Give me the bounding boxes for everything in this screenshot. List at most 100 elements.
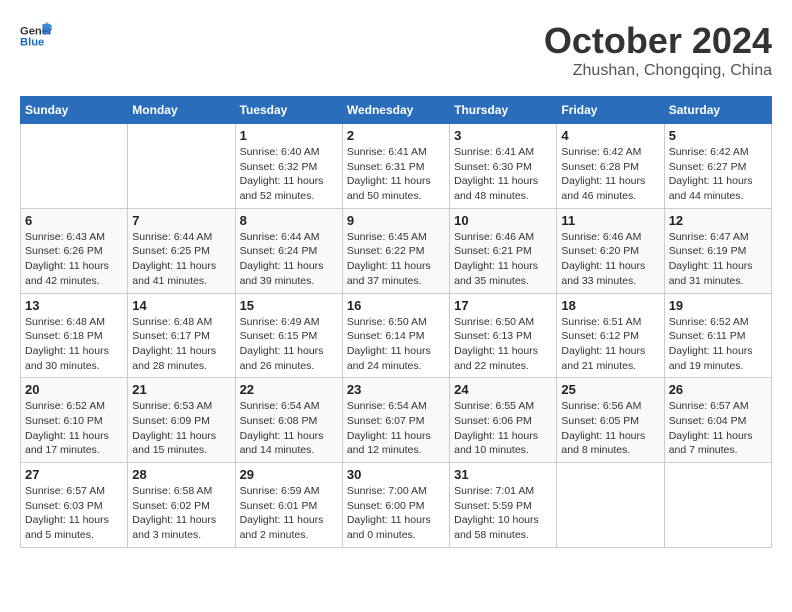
calendar-cell: 13 Sunrise: 6:48 AMSunset: 6:18 PMDayligh… [21,293,128,378]
day-number: 30 [347,467,445,482]
calendar-table: SundayMondayTuesdayWednesdayThursdayFrid… [20,96,772,548]
calendar-cell: 8 Sunrise: 6:44 AMSunset: 6:24 PMDaylight… [235,208,342,293]
day-info: Sunrise: 7:01 AMSunset: 5:59 PMDaylight:… [454,484,552,543]
day-number: 21 [132,382,230,397]
calendar-cell: 7 Sunrise: 6:44 AMSunset: 6:25 PMDaylight… [128,208,235,293]
calendar-cell: 1 Sunrise: 6:40 AMSunset: 6:32 PMDaylight… [235,124,342,209]
calendar-cell: 16 Sunrise: 6:50 AMSunset: 6:14 PMDayligh… [342,293,449,378]
calendar-cell: 6 Sunrise: 6:43 AMSunset: 6:26 PMDaylight… [21,208,128,293]
day-number: 10 [454,213,552,228]
day-info: Sunrise: 6:42 AMSunset: 6:28 PMDaylight:… [561,145,659,204]
weekday-header-thursday: Thursday [450,97,557,124]
day-number: 27 [25,467,123,482]
day-number: 24 [454,382,552,397]
logo: General Blue [20,20,52,52]
weekday-header-row: SundayMondayTuesdayWednesdayThursdayFrid… [21,97,772,124]
week-row-2: 6 Sunrise: 6:43 AMSunset: 6:26 PMDaylight… [21,208,772,293]
day-info: Sunrise: 6:55 AMSunset: 6:06 PMDaylight:… [454,399,552,458]
calendar-cell: 19 Sunrise: 6:52 AMSunset: 6:11 PMDayligh… [664,293,771,378]
calendar-cell: 25 Sunrise: 6:56 AMSunset: 6:05 PMDayligh… [557,378,664,463]
day-number: 25 [561,382,659,397]
weekday-header-sunday: Sunday [21,97,128,124]
day-number: 12 [669,213,767,228]
day-info: Sunrise: 6:45 AMSunset: 6:22 PMDaylight:… [347,230,445,289]
weekday-header-tuesday: Tuesday [235,97,342,124]
day-number: 16 [347,298,445,313]
day-info: Sunrise: 7:00 AMSunset: 6:00 PMDaylight:… [347,484,445,543]
day-number: 15 [240,298,338,313]
day-number: 2 [347,128,445,143]
day-number: 28 [132,467,230,482]
day-info: Sunrise: 6:46 AMSunset: 6:21 PMDaylight:… [454,230,552,289]
calendar-cell: 18 Sunrise: 6:51 AMSunset: 6:12 PMDayligh… [557,293,664,378]
title-area: October 2024 Zhushan, Chongqing, China [544,20,772,80]
week-row-1: 1 Sunrise: 6:40 AMSunset: 6:32 PMDaylight… [21,124,772,209]
day-info: Sunrise: 6:40 AMSunset: 6:32 PMDaylight:… [240,145,338,204]
calendar-cell: 17 Sunrise: 6:50 AMSunset: 6:13 PMDayligh… [450,293,557,378]
day-number: 31 [454,467,552,482]
calendar-cell: 23 Sunrise: 6:54 AMSunset: 6:07 PMDayligh… [342,378,449,463]
day-info: Sunrise: 6:52 AMSunset: 6:11 PMDaylight:… [669,315,767,374]
day-info: Sunrise: 6:59 AMSunset: 6:01 PMDaylight:… [240,484,338,543]
day-number: 13 [25,298,123,313]
calendar-cell: 26Sunrise: 6:57 AMSunset: 6:04 PMDayligh… [664,378,771,463]
weekday-header-friday: Friday [557,97,664,124]
calendar-cell: 29 Sunrise: 6:59 AMSunset: 6:01 PMDayligh… [235,463,342,548]
day-number: 22 [240,382,338,397]
location-title: Zhushan, Chongqing, China [544,62,772,80]
day-number: 7 [132,213,230,228]
day-info: Sunrise: 6:58 AMSunset: 6:02 PMDaylight:… [132,484,230,543]
day-number: 5 [669,128,767,143]
logo-icon: General Blue [20,20,52,52]
day-info: Sunrise: 6:53 AMSunset: 6:09 PMDaylight:… [132,399,230,458]
calendar-cell: 28 Sunrise: 6:58 AMSunset: 6:02 PMDayligh… [128,463,235,548]
calendar-cell: 9 Sunrise: 6:45 AMSunset: 6:22 PMDaylight… [342,208,449,293]
calendar-cell [128,124,235,209]
day-info: Sunrise: 6:43 AMSunset: 6:26 PMDaylight:… [25,230,123,289]
day-info: Sunrise: 6:48 AMSunset: 6:18 PMDaylight:… [25,315,123,374]
day-number: 3 [454,128,552,143]
day-info: Sunrise: 6:48 AMSunset: 6:17 PMDaylight:… [132,315,230,374]
calendar-cell: 22 Sunrise: 6:54 AMSunset: 6:08 PMDayligh… [235,378,342,463]
weekday-header-wednesday: Wednesday [342,97,449,124]
calendar-cell: 12Sunrise: 6:47 AMSunset: 6:19 PMDayligh… [664,208,771,293]
day-info: Sunrise: 6:51 AMSunset: 6:12 PMDaylight:… [561,315,659,374]
day-number: 8 [240,213,338,228]
calendar-cell: 5Sunrise: 6:42 AMSunset: 6:27 PMDaylight… [664,124,771,209]
day-info: Sunrise: 6:54 AMSunset: 6:08 PMDaylight:… [240,399,338,458]
calendar-cell [664,463,771,548]
calendar-cell: 10 Sunrise: 6:46 AMSunset: 6:21 PMDayligh… [450,208,557,293]
day-info: Sunrise: 6:57 AMSunset: 6:03 PMDaylight:… [25,484,123,543]
calendar-cell: 15 Sunrise: 6:49 AMSunset: 6:15 PMDayligh… [235,293,342,378]
page-header: General Blue October 2024 Zhushan, Chong… [20,20,772,80]
day-info: Sunrise: 6:56 AMSunset: 6:05 PMDaylight:… [561,399,659,458]
day-info: Sunrise: 6:41 AMSunset: 6:31 PMDaylight:… [347,145,445,204]
day-number: 29 [240,467,338,482]
calendar-cell [557,463,664,548]
week-row-4: 20Sunrise: 6:52 AMSunset: 6:10 PMDayligh… [21,378,772,463]
day-info: Sunrise: 6:44 AMSunset: 6:25 PMDaylight:… [132,230,230,289]
weekday-header-monday: Monday [128,97,235,124]
day-number: 6 [25,213,123,228]
calendar-cell: 27 Sunrise: 6:57 AMSunset: 6:03 PMDayligh… [21,463,128,548]
day-info: Sunrise: 6:50 AMSunset: 6:13 PMDaylight:… [454,315,552,374]
day-info: Sunrise: 6:44 AMSunset: 6:24 PMDaylight:… [240,230,338,289]
day-info: Sunrise: 6:49 AMSunset: 6:15 PMDaylight:… [240,315,338,374]
day-number: 1 [240,128,338,143]
day-info: Sunrise: 6:54 AMSunset: 6:07 PMDaylight:… [347,399,445,458]
day-number: 23 [347,382,445,397]
calendar-cell: 2 Sunrise: 6:41 AMSunset: 6:31 PMDaylight… [342,124,449,209]
day-number: 19 [669,298,767,313]
day-number: 18 [561,298,659,313]
calendar-cell: 24 Sunrise: 6:55 AMSunset: 6:06 PMDayligh… [450,378,557,463]
day-number: 9 [347,213,445,228]
day-number: 17 [454,298,552,313]
day-info: Sunrise: 6:50 AMSunset: 6:14 PMDaylight:… [347,315,445,374]
calendar-cell: 11Sunrise: 6:46 AMSunset: 6:20 PMDayligh… [557,208,664,293]
day-number: 14 [132,298,230,313]
day-info: Sunrise: 6:52 AMSunset: 6:10 PMDaylight:… [25,399,123,458]
week-row-5: 27 Sunrise: 6:57 AMSunset: 6:03 PMDayligh… [21,463,772,548]
day-number: 11 [561,213,659,228]
day-number: 4 [561,128,659,143]
calendar-cell: 30 Sunrise: 7:00 AMSunset: 6:00 PMDayligh… [342,463,449,548]
